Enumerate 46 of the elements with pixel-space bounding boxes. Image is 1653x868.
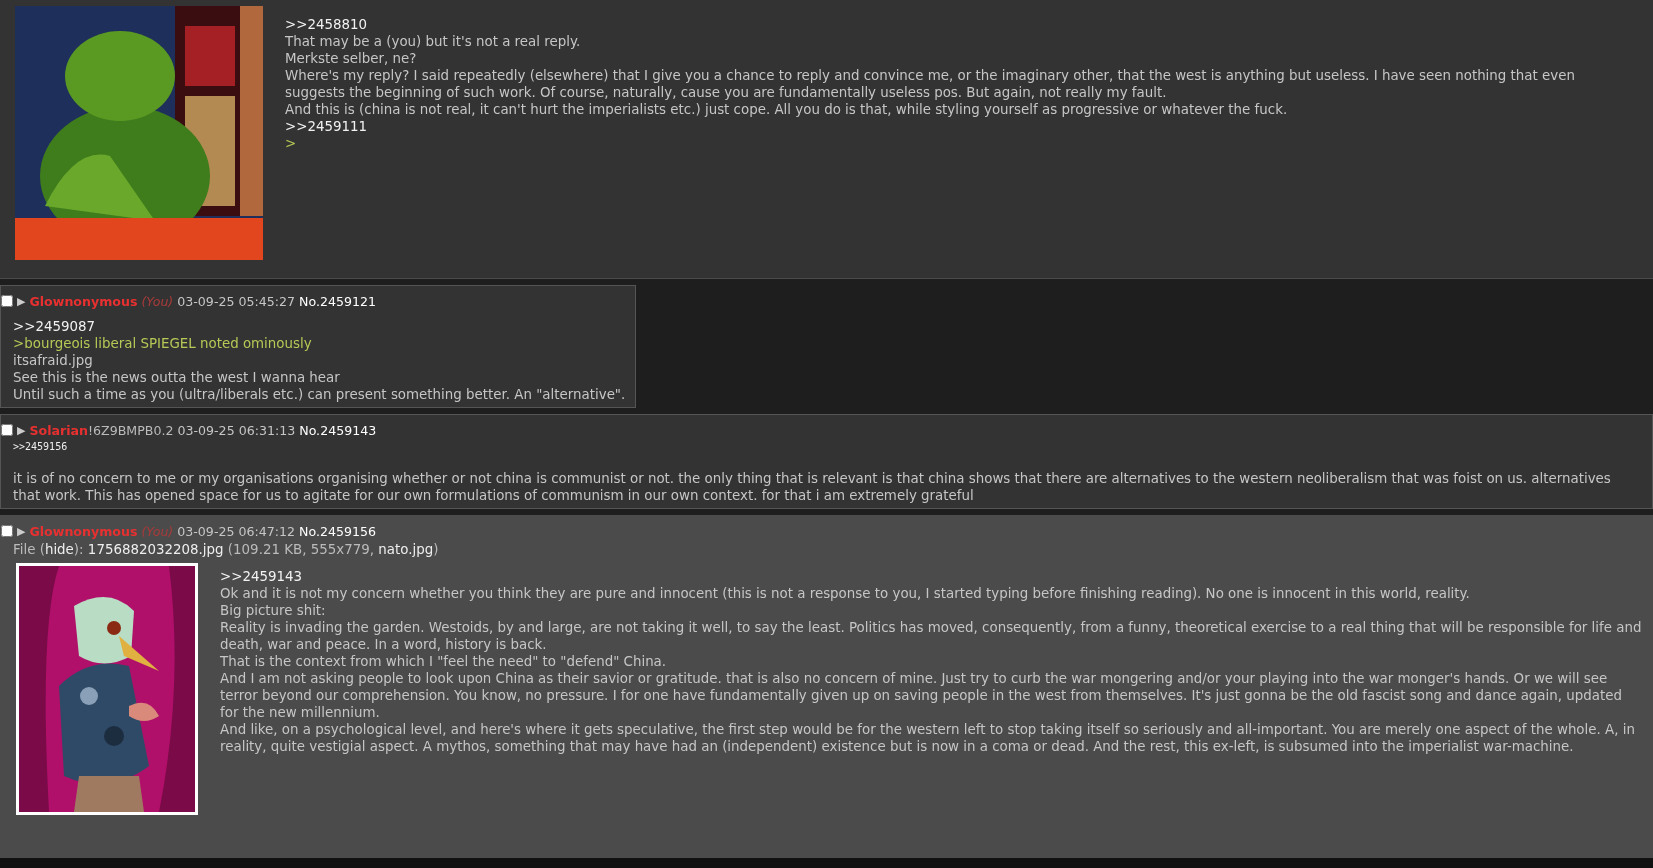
quote-link[interactable]: >>2459087 [13, 318, 626, 335]
post-date: 03-09-25 06:47:12 [177, 523, 295, 539]
post-checkbox[interactable] [1, 525, 13, 537]
post-menu-arrow[interactable]: ▶ [17, 423, 26, 437]
post-text: And I am not asking people to look upon China as their savior or gratitude. that is also no concern of mine. Just try to curb the war mongering and/or your playing into the war monger's hands. Or we will see terror beyond our comprehension. You know, no pressure. I for one have fundamentally given up on saving people in the west from themselves. It's just gonna be the old fascist song and dance again, updated for the new millennium. [220, 670, 1623, 721]
post-text: Big picture shit: [220, 602, 327, 619]
post-text: See this is the news outta the west I wanna hear [13, 369, 341, 386]
you-marker: (You) [141, 293, 174, 309]
you-marker: (You) [141, 523, 174, 539]
file-label: ): [73, 542, 84, 557]
original-filename[interactable]: nato.jpg [378, 542, 434, 557]
quote-link[interactable]: >>2458810 [285, 16, 1633, 33]
greentext-line: >bourgeois liberal SPIEGEL noted ominously [13, 335, 313, 352]
poster-name: Glownonymous [29, 293, 138, 309]
backlink[interactable]: >>2459156 [13, 441, 68, 452]
post-date: 03-09-25 06:31:13 [177, 422, 296, 438]
post-text: Reality is invading the garden. Westoids, by and large, are not taking it well, to say the least. Politics has moved, consequently, from a funny, theoretical exercise to a real thing that will be responsible for life and death, war and peace. In a word, history is back. [220, 619, 1642, 653]
post-date: 03-09-25 05:45:27 [177, 293, 295, 309]
poster-name: Glownonymous [29, 523, 138, 539]
post-number[interactable]: No.2459143 [299, 422, 377, 438]
file-meta: ) [433, 542, 439, 557]
post-text: Where's my reply? I said repeatedly (elsewhere) that I give you a chance to reply and convince me, or the imaginary other, that the west is anything but useless. I have seen nothing that even suggests the beginning of such work. Of course, naturally, cause you are fundamentally useless pos. But again, not really my fault. [285, 67, 1576, 101]
quote-link[interactable]: >>2459143 [220, 568, 1642, 585]
file-link[interactable]: 1756882032208.jpg [87, 542, 224, 557]
post-text: That is the context from which I "feel the need" to "defend" China. [220, 653, 668, 670]
post-text: That may be a (you) but it's not a real reply. [285, 33, 582, 50]
post-menu-arrow[interactable]: ▶ [17, 294, 26, 308]
hide-link[interactable]: hide [44, 542, 74, 557]
poster-name: Solarian [29, 422, 88, 438]
post-text: itsafraid.jpg [13, 352, 94, 369]
post-number[interactable]: No.2459156 [299, 523, 376, 539]
quote-link[interactable]: >>2459111 [285, 118, 1633, 135]
greentext-line: > [285, 135, 298, 152]
post-text: Merkste selber, ne? [285, 50, 418, 67]
file-meta: (109.21 KB, 555x779, [227, 542, 374, 557]
post-text: Until such a time as you (ultra/liberals etc.) can present something better. An "alternative". [13, 386, 626, 403]
post-text: And like, on a psychological level, and here's where it gets speculative, the first step would be for the western left to stop taking itself so seriously and all-important. You are merely one aspect of the whole. A, in reality, quite vestigial aspect. A mythos, something that may have had an (independent) existence but is now in a coma or dead. And the rest, this ex-left, is subsumed into the imperialist war-machine. [220, 721, 1636, 755]
post-text: Ok and it is not my concern whether you think they are pure and innocent (this is not a response to you, I started typing before finishing reading). No one is innocent in this world, reality. [220, 585, 1471, 602]
post-checkbox[interactable] [1, 424, 13, 436]
post-number[interactable]: No.2459121 [299, 293, 376, 309]
file-label: File ( [13, 542, 45, 557]
post-text: And this is (china is not real, it can't hurt the imperialists etc.) just cope. All you do is that, while styling yourself as progressive or whatever the fuck. [285, 101, 1289, 118]
post-checkbox[interactable] [1, 295, 13, 307]
tripcode: !6Z9BMPB0.2 [88, 422, 174, 438]
post-text: it is of no concern to me or my organisations organising whether or not china is communist or not. the only thing that is relevant is that china shows that there are alternatives to the western neoliberalism that was foist on us. alternatives that work. This has opened space for us to agitate for our own formulations of communism in our own context. for that i am extremely grateful [13, 470, 1612, 504]
post-menu-arrow[interactable]: ▶ [17, 524, 26, 538]
